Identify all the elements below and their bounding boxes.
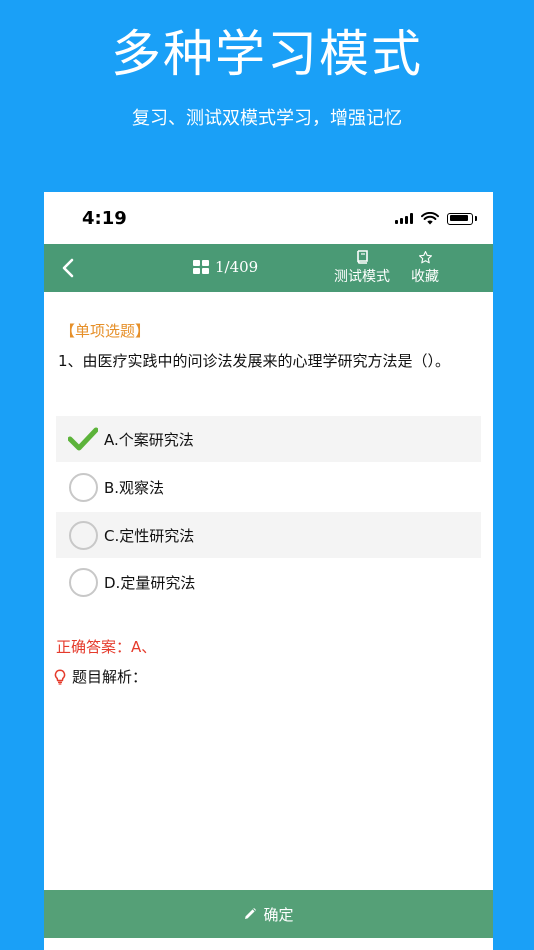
analysis-label: 题目解析：: [72, 668, 148, 686]
option-b[interactable]: B.观察法: [56, 464, 481, 510]
question-navigator[interactable]: 1/409: [193, 258, 258, 276]
phone-screen: 4:19 1/409 测试模式 收藏 【单项选题】 1、由医疗实践中的问诊法发展…: [44, 192, 493, 950]
favorite-label: 收藏: [411, 269, 439, 285]
status-time: 4:19: [82, 208, 127, 229]
question-text: 1、由医疗实践中的问诊法发展来的心理学研究方法是（）。: [58, 352, 451, 370]
radio-icon: [68, 472, 98, 502]
radio-icon: [68, 520, 98, 550]
option-c-label: C.定性研究法: [104, 526, 195, 545]
promo-title: 多种学习模式: [111, 25, 423, 83]
option-b-label: B.观察法: [104, 478, 165, 497]
back-button[interactable]: [54, 254, 82, 282]
check-icon: [68, 427, 98, 451]
status-icons: [395, 212, 477, 225]
book-icon: [356, 250, 368, 264]
wifi-icon: [421, 212, 439, 225]
analysis-row: 题目解析：: [54, 666, 147, 687]
option-d-label: D.定量研究法: [104, 573, 196, 592]
signal-icon: [395, 213, 413, 224]
lightbulb-icon: [54, 668, 66, 685]
option-a[interactable]: A.个案研究法: [56, 416, 481, 462]
test-mode-button[interactable]: 测试模式: [334, 248, 390, 284]
pencil-icon: [245, 908, 257, 919]
option-c[interactable]: C.定性研究法: [56, 512, 481, 558]
radio-icon: [68, 567, 98, 597]
navbar: 1/409 测试模式 收藏: [44, 244, 493, 292]
correct-answer: 正确答案：A、: [56, 638, 157, 656]
bottom-strip: [44, 938, 493, 950]
option-d[interactable]: D.定量研究法: [56, 559, 481, 605]
favorite-button[interactable]: 收藏: [411, 248, 439, 284]
page-counter: 1/409: [215, 258, 259, 276]
question-type: 【单项选题】: [60, 322, 151, 340]
confirm-label: 确定: [263, 905, 294, 924]
grid-icon: [193, 260, 209, 274]
confirm-button[interactable]: 确定: [44, 890, 493, 938]
promo-subtitle: 复习、测试双模式学习，增强记忆: [132, 108, 402, 129]
star-icon: [418, 250, 432, 263]
test-mode-label: 测试模式: [334, 269, 390, 285]
battery-cap: [475, 216, 477, 221]
option-a-label: A.个案研究法: [104, 430, 194, 449]
status-bar: 4:19: [44, 192, 493, 244]
chevron-left-icon: [62, 258, 74, 278]
battery-icon: [447, 212, 473, 225]
